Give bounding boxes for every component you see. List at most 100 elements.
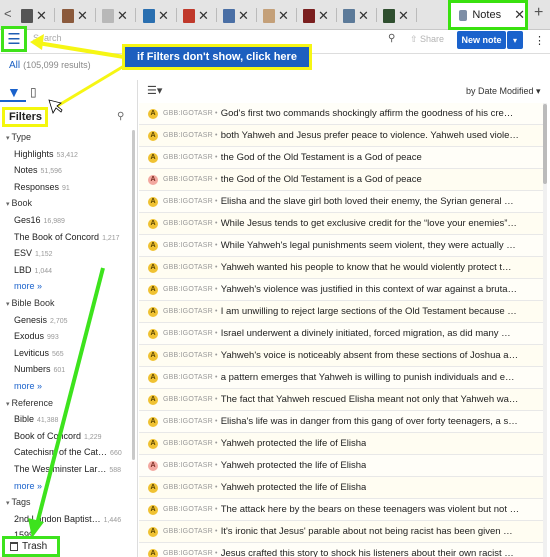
- filters-scrollbar[interactable]: [132, 130, 135, 460]
- filter-item[interactable]: Bible 41,388: [14, 414, 58, 424]
- list-item[interactable]: A GBB:IGOTASR • God's first two commands s…: [139, 103, 543, 125]
- tab-notes[interactable]: Notes ✕: [448, 0, 528, 30]
- filter-group-bible-book[interactable]: ▾ Bible Book: [6, 298, 55, 308]
- list-item[interactable]: A GBB:IGOTASR • Israel underwent a divinel…: [139, 323, 543, 345]
- list-item[interactable]: A GBB:IGOTASR • a pattern emerges that Yah…: [139, 367, 543, 389]
- more-link[interactable]: more »: [14, 281, 42, 291]
- list-view-icon[interactable]: ☰▾: [147, 84, 162, 97]
- tab-7[interactable]: ✕: [256, 3, 296, 29]
- note-source-tag: GBB:IGOTASR •: [163, 440, 218, 447]
- list-item[interactable]: A GBB:IGOTASR • the God of the Old Testame…: [139, 169, 543, 191]
- note-snippet: While Jesus tends to get exclusive credi…: [220, 218, 517, 229]
- filter-item[interactable]: Highlights 53,412: [14, 149, 78, 159]
- list-item[interactable]: A GBB:IGOTASR • I am unwilling to reject l…: [139, 301, 543, 323]
- note-source-tag: GBB:IGOTASR •: [163, 132, 218, 139]
- filter-item-count: 993: [47, 334, 59, 342]
- tab-6[interactable]: ✕: [216, 3, 256, 29]
- list-item[interactable]: A GBB:IGOTASR • The attack here by the bea…: [139, 499, 543, 521]
- close-icon[interactable]: ✕: [514, 7, 525, 23]
- filter-item[interactable]: The Westminster Lar… 588: [14, 464, 121, 474]
- add-tab-icon[interactable]: +: [534, 4, 543, 22]
- filter-item[interactable]: The Book of Concord 1,217: [14, 232, 120, 242]
- filter-item[interactable]: Book of Concord 1,229: [14, 431, 102, 441]
- filter-group-book[interactable]: ▾ Book: [6, 198, 32, 208]
- close-icon[interactable]: ✕: [278, 8, 289, 24]
- more-link[interactable]: more »: [14, 481, 42, 491]
- more-options-icon[interactable]: ⋮: [534, 34, 545, 47]
- book-icon: [21, 9, 34, 23]
- filter-item-label: The Book of Concord: [14, 231, 100, 242]
- filter-group-type[interactable]: ▾ Type: [6, 132, 31, 142]
- list-item[interactable]: A GBB:IGOTASR • The fact that Yahweh rescu…: [139, 389, 543, 411]
- note-source-tag: GBB:IGOTASR •: [163, 550, 218, 557]
- list-item[interactable]: A GBB:IGOTASR • Jesus crafted this story t…: [139, 543, 543, 557]
- filter-group-reference[interactable]: ▾ Reference: [6, 398, 53, 408]
- new-note-dropdown-button[interactable]: ▾: [507, 31, 523, 49]
- filter-funnel-icon[interactable]: ▼: [7, 84, 21, 100]
- filter-item[interactable]: Numbers 601: [14, 364, 65, 374]
- filter-item-label: Exodus: [14, 331, 45, 342]
- filter-item[interactable]: ESV 1,152: [14, 248, 53, 258]
- filter-item-label: Highlights: [14, 148, 54, 159]
- filter-item-count: 1,152: [35, 251, 53, 259]
- sort-dropdown[interactable]: by Date Modified ▾: [466, 86, 541, 97]
- book-icon: [343, 9, 356, 23]
- close-icon[interactable]: ✕: [238, 8, 249, 24]
- search-icon[interactable]: ⚲: [388, 33, 395, 44]
- list-item[interactable]: A GBB:IGOTASR • While Yahweh's legal punis…: [139, 235, 543, 257]
- new-note-button[interactable]: New note: [457, 31, 506, 49]
- tab-8[interactable]: ✕: [296, 3, 336, 29]
- close-icon[interactable]: ✕: [358, 8, 369, 24]
- close-icon[interactable]: ✕: [158, 8, 169, 24]
- filter-item[interactable]: 2nd London Baptist… 1,446: [14, 514, 121, 524]
- close-icon[interactable]: ✕: [398, 8, 409, 24]
- list-item[interactable]: A GBB:IGOTASR • It's ironic that Jesus' pa…: [139, 521, 543, 543]
- close-icon[interactable]: ✕: [117, 8, 128, 24]
- list-scrollbar-thumb[interactable]: [543, 104, 547, 184]
- more-link[interactable]: more »: [14, 381, 42, 391]
- filter-item[interactable]: Ges16 16,989: [14, 215, 65, 225]
- list-item[interactable]: A GBB:IGOTASR • Yahweh protected the life …: [139, 477, 543, 499]
- tab-2[interactable]: ✕: [55, 3, 95, 29]
- note-snippet: While Yahweh's legal punishments seem vi…: [220, 240, 516, 251]
- list-item[interactable]: A GBB:IGOTASR • While Jesus tends to get e…: [139, 213, 543, 235]
- list-item[interactable]: A GBB:IGOTASR • Yahweh wanted his people t…: [139, 257, 543, 279]
- filters-search-icon[interactable]: ⚲: [117, 111, 124, 122]
- tab-back-icon[interactable]: <: [4, 6, 12, 21]
- filter-item[interactable]: Leviticus 565: [14, 348, 64, 358]
- filter-item[interactable]: LBD 1,044: [14, 265, 52, 275]
- results-scope[interactable]: All: [9, 60, 20, 71]
- close-icon[interactable]: ✕: [318, 8, 329, 24]
- list-item[interactable]: A GBB:IGOTASR • Yahweh protected the life …: [139, 433, 543, 455]
- list-item[interactable]: A GBB:IGOTASR • Elisha and the slave girl …: [139, 191, 543, 213]
- trash-button[interactable]: Trash: [2, 536, 60, 557]
- filter-item[interactable]: Notes 51,596: [14, 165, 62, 175]
- tab-4[interactable]: ✕: [136, 3, 176, 29]
- close-icon[interactable]: ✕: [36, 8, 47, 24]
- tab-notes-label: Notes: [472, 9, 502, 21]
- books-icon[interactable]: ▯: [30, 85, 37, 99]
- close-icon[interactable]: ✕: [198, 8, 209, 24]
- filter-item[interactable]: Exodus 993: [14, 331, 59, 341]
- filter-item-label: Responses: [14, 181, 60, 192]
- filter-group-tags[interactable]: ▾ Tags: [6, 497, 31, 507]
- filter-item[interactable]: Catechism of the Cat… 660: [14, 447, 122, 457]
- close-icon[interactable]: ✕: [77, 8, 88, 24]
- list-item[interactable]: A GBB:IGOTASR • Yahweh's violence was just…: [139, 279, 543, 301]
- tab-3[interactable]: ✕: [95, 3, 135, 29]
- filter-item[interactable]: Genesis 2,705: [14, 315, 68, 325]
- share-button[interactable]: ⇧ Share: [410, 34, 444, 45]
- filter-group-label: Book: [11, 198, 33, 209]
- panel-menu-button[interactable]: ☰: [1, 26, 27, 52]
- list-item[interactable]: A GBB:IGOTASR • Elisha's life was in dange…: [139, 411, 543, 433]
- tab-10[interactable]: ✕: [376, 3, 416, 29]
- list-item[interactable]: A GBB:IGOTASR • Yahweh's voice is noticeab…: [139, 345, 543, 367]
- list-item[interactable]: A GBB:IGOTASR • both Yahweh and Jesus pref…: [139, 125, 543, 147]
- filter-item[interactable]: Responses 91: [14, 182, 70, 192]
- note-snippet: both Yahweh and Jesus prefer peace to vi…: [220, 130, 519, 141]
- list-item[interactable]: A GBB:IGOTASR • the God of the Old Testame…: [139, 147, 543, 169]
- tab-5[interactable]: ✕: [176, 3, 216, 29]
- list-item[interactable]: A GBB:IGOTASR • Yahweh protected the life …: [139, 455, 543, 477]
- filter-item-count: 2,705: [50, 317, 68, 325]
- tab-9[interactable]: ✕: [336, 3, 376, 29]
